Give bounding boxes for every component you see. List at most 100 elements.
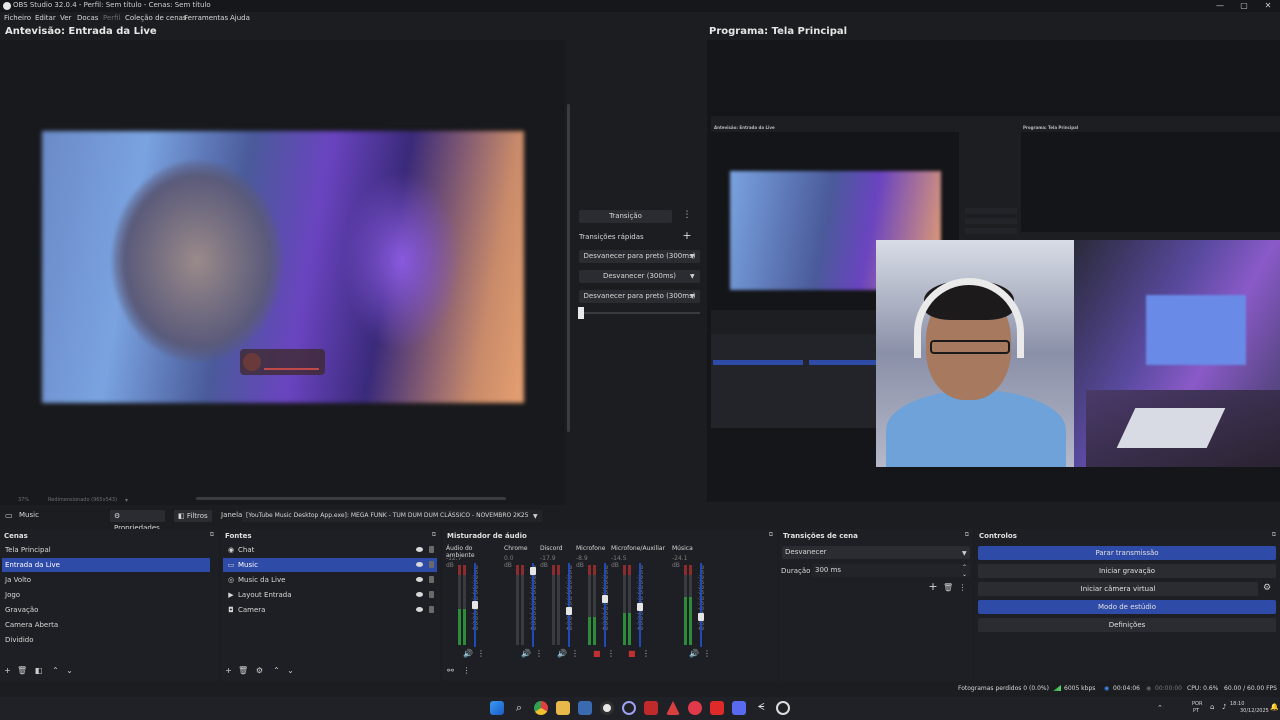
capcut-icon[interactable]: ᗕ — [754, 701, 768, 715]
channel-menu-icon[interactable]: ⋮ — [477, 649, 485, 658]
link-icon[interactable]: ⚯ — [446, 666, 455, 675]
language-top[interactable]: POR — [1192, 701, 1202, 707]
search-icon[interactable]: ⌕ — [512, 701, 526, 715]
fader-handle[interactable] — [472, 601, 478, 609]
spin-down-icon[interactable]: ⌄ — [962, 568, 967, 581]
volume-fader[interactable] — [604, 563, 606, 647]
speaker-icon[interactable]: 🔊 — [521, 649, 531, 658]
discord-icon[interactable] — [732, 701, 746, 715]
eye-icon[interactable] — [416, 607, 423, 612]
channel-menu-icon[interactable]: ⋮ — [535, 649, 543, 658]
eye-icon[interactable] — [416, 562, 423, 567]
media-app-icon[interactable] — [644, 701, 658, 715]
add-source-button[interactable]: + — [224, 666, 233, 675]
speaker-icon[interactable]: 🔊 — [557, 649, 567, 658]
fader-handle[interactable] — [530, 567, 536, 575]
lock-icon[interactable] — [429, 576, 434, 583]
maximize-button[interactable]: ▢ — [1232, 0, 1256, 12]
move-down-icon[interactable]: ⌄ — [286, 666, 295, 675]
clock-date[interactable]: 30/12/2025 — [1240, 708, 1269, 714]
volume-icon[interactable]: ♪ — [1222, 703, 1226, 711]
fader-handle[interactable] — [602, 595, 608, 603]
source-item[interactable]: ▶ Layout Entrada — [223, 588, 437, 602]
lock-icon[interactable] — [429, 606, 434, 613]
settings-button[interactable]: Definições — [978, 618, 1276, 632]
preview-horizontal-scrollbar[interactable] — [196, 497, 506, 500]
transition-type-select[interactable]: Desvanecer ▼ — [782, 546, 970, 559]
menu-colecao-de-cenas[interactable]: Coleção de cenas — [125, 14, 187, 22]
transition-button[interactable]: Transição — [579, 210, 672, 223]
source-item[interactable]: ◎ Music da Live — [223, 573, 437, 587]
quick-transition-2[interactable]: Desvanecer (300ms) — [579, 270, 700, 283]
resize-dropdown-icon[interactable]: ▾ — [125, 497, 128, 504]
eye-icon[interactable] — [416, 547, 423, 552]
steam-icon[interactable] — [578, 701, 592, 715]
channel-menu-icon[interactable]: ⋮ — [703, 649, 711, 658]
volume-fader[interactable] — [700, 563, 702, 647]
eye-icon[interactable] — [416, 577, 423, 582]
start-virtual-camera-button[interactable]: Iniciar câmera virtual — [978, 582, 1258, 596]
float-dock-icon[interactable]: ⧉ — [1272, 531, 1276, 539]
chevron-down-icon[interactable]: ▼ — [533, 513, 538, 520]
menu-perfil[interactable]: Perfil — [103, 14, 121, 22]
windows-start-icon[interactable] — [490, 701, 504, 715]
volume-fader[interactable] — [532, 563, 534, 647]
scene-item[interactable]: Gravação — [2, 603, 210, 617]
network-icon[interactable]: ⌂ — [1210, 703, 1214, 711]
file-explorer-icon[interactable] — [556, 701, 570, 715]
menu-editar[interactable]: Editar — [35, 14, 56, 22]
trash-icon[interactable]: 🗑 — [17, 666, 27, 675]
close-button[interactable]: ✕ — [1256, 0, 1280, 12]
filters-button[interactable]: ◧ Filtros — [174, 510, 212, 522]
transition-menu-icon[interactable]: ⋮ — [958, 583, 967, 592]
menu-ajuda[interactable]: Ajuda — [230, 14, 250, 22]
menu-ficheiro[interactable]: Ficheiro — [4, 14, 31, 22]
source-item[interactable]: ◘ Camera — [223, 603, 437, 617]
transition-bar-handle[interactable] — [578, 307, 584, 319]
move-up-icon[interactable]: ⌃ — [51, 666, 60, 675]
chevron-down-icon[interactable]: ▼ — [690, 253, 695, 260]
add-quick-transition-button[interactable]: + — [680, 230, 694, 243]
float-dock-icon[interactable]: ⧉ — [432, 531, 436, 539]
stop-streaming-button[interactable]: Parar transmissão — [978, 546, 1276, 560]
start-recording-button[interactable]: Iniciar gravação — [978, 564, 1276, 578]
gear-icon[interactable]: ⚙ — [1263, 583, 1271, 593]
move-up-icon[interactable]: ⌃ — [272, 666, 281, 675]
transition-bar-track[interactable] — [579, 312, 700, 314]
menu-docas[interactable]: Docas — [77, 14, 98, 22]
float-dock-icon[interactable]: ⧉ — [769, 531, 773, 539]
transition-menu-icon[interactable]: ⋮ — [680, 210, 694, 223]
scene-item-selected[interactable]: Entrada da Live — [2, 558, 210, 572]
scene-item[interactable]: Jogo — [2, 588, 210, 602]
lock-icon[interactable] — [429, 546, 434, 553]
settings-app-icon[interactable] — [776, 701, 790, 715]
adobe-icon[interactable] — [666, 701, 680, 715]
trash-icon[interactable]: 🗑 — [238, 666, 248, 675]
muted-speaker-icon[interactable]: ■ — [593, 649, 601, 658]
scene-item[interactable]: Tela Principal — [2, 543, 210, 557]
preview-vertical-scrollbar[interactable] — [567, 104, 570, 432]
speaker-icon[interactable]: 🔊 — [463, 649, 473, 658]
lock-icon[interactable] — [429, 591, 434, 598]
zoom-level[interactable]: 37% — [18, 497, 29, 503]
quick-transition-1[interactable]: Desvanecer para preto (300ms) — [579, 250, 700, 263]
scene-item[interactable]: Ja Volto — [2, 573, 210, 587]
speaker-icon[interactable]: 🔊 — [689, 649, 699, 658]
volume-fader[interactable] — [568, 563, 570, 647]
duration-input[interactable]: 300 ms ⌃ ⌄ — [812, 564, 970, 578]
obs-icon[interactable] — [600, 701, 614, 715]
channel-menu-icon[interactable]: ⋮ — [607, 649, 615, 658]
notifications-icon[interactable]: 🔔 — [1270, 703, 1279, 711]
properties-button[interactable]: ⚙ Propriedades — [110, 510, 165, 532]
channel-menu-icon[interactable]: ⋮ — [642, 649, 650, 658]
gear-icon[interactable]: ⚙ — [255, 666, 264, 675]
eye-icon[interactable] — [416, 592, 423, 597]
app-icon[interactable] — [622, 701, 636, 715]
scene-item[interactable]: Camera Aberta — [2, 618, 210, 632]
fader-handle[interactable] — [698, 613, 704, 621]
source-item-selected[interactable]: ▭ Music — [223, 558, 437, 572]
chrome-icon[interactable] — [534, 701, 548, 715]
music-overlay-card[interactable] — [240, 349, 325, 375]
language-bottom[interactable]: PT — [1193, 708, 1199, 714]
mixer-menu-icon[interactable]: ⋮ — [462, 666, 471, 675]
